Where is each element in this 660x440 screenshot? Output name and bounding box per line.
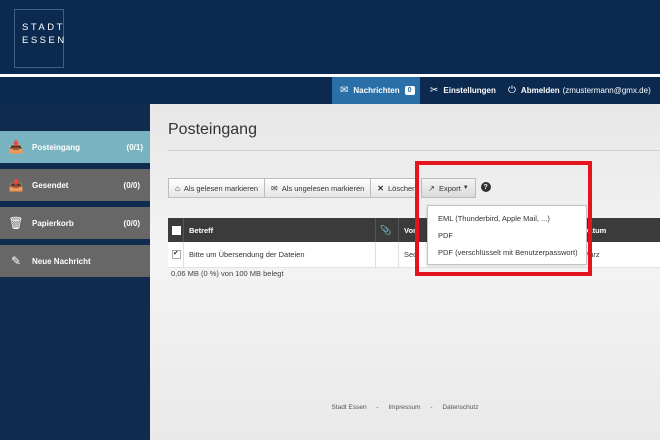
main-content: Posteingang ⌂ Als gelesen markieren ✉ Al…	[150, 104, 660, 440]
footer-link-stadt-essen[interactable]: Stadt Essen	[332, 404, 367, 411]
compose-icon: ✎	[10, 254, 22, 268]
nav-settings[interactable]: ✂ Einstellungen	[430, 77, 496, 104]
sidebar-item-trash[interactable]: 🗑 Papierkorb (0/0)	[0, 207, 150, 239]
power-icon: ⏻	[508, 85, 516, 96]
sidebar-item-count: (0/0)	[123, 180, 140, 190]
logo-line-2: ESSEN	[22, 35, 67, 46]
trash-icon: 🗑	[8, 216, 24, 230]
sidebar: 📥 Posteingang (0/1) 📤 Gesendet (0/0) 🗑 P…	[0, 104, 153, 440]
title-divider	[168, 150, 660, 151]
footer: Stadt Essen - Impressum - Datenschutz	[150, 404, 660, 411]
caret-down-icon: ▼	[462, 185, 469, 191]
sidebar-item-count: (0/1)	[126, 142, 143, 152]
export-menu: EML (Thunderbird, Apple Mail, ...) PDF P…	[427, 205, 587, 265]
sidebar-item-sent[interactable]: 📤 Gesendet (0/0)	[0, 169, 150, 201]
nav-logout[interactable]: ⏻ Abmelden (zmustermann@gmx.de)	[508, 77, 651, 104]
select-all-checkbox[interactable]	[172, 225, 181, 235]
delete-label: Löschen	[388, 183, 417, 193]
export-option-eml[interactable]: EML (Thunderbird, Apple Mail, ...)	[438, 214, 550, 223]
row-checkbox[interactable]	[172, 249, 181, 259]
mark-unread-button[interactable]: ✉ Als ungelesen markieren	[264, 178, 372, 198]
footer-link-datenschutz[interactable]: Datenschutz	[442, 404, 478, 411]
messages-count-badge: 0	[404, 86, 415, 95]
mark-read-button[interactable]: ⌂ Als gelesen markieren	[168, 178, 266, 198]
export-label: Export	[439, 183, 461, 193]
help-icon[interactable]: ?	[480, 182, 491, 192]
row-from: Secr	[404, 250, 420, 259]
mark-unread-label: Als ungelesen markieren	[281, 183, 365, 193]
delete-button[interactable]: ✕ Löschen	[370, 178, 417, 198]
outbox-icon: 📤	[8, 178, 24, 192]
nav-messages-label: Nachrichten	[353, 86, 400, 95]
sidebar-item-label: Posteingang	[32, 142, 81, 152]
column-header-from[interactable]: Von	[404, 226, 418, 235]
export-option-pdf[interactable]: PDF	[438, 231, 453, 240]
logged-in-user: (zmustermann@gmx.de)	[562, 86, 651, 95]
column-header-subject[interactable]: Betreff	[189, 226, 213, 235]
footer-separator: -	[430, 404, 433, 411]
inbox-icon: 📥	[8, 140, 24, 154]
column-divider	[375, 218, 376, 242]
footer-separator: -	[376, 404, 379, 411]
page-title: Posteingang	[168, 121, 257, 138]
sidebar-item-new-message[interactable]: ✎ Neue Nachricht	[0, 245, 150, 277]
sidebar-item-label: Neue Nachricht	[32, 256, 91, 266]
export-dropdown-button[interactable]: ↗ Export ▼	[421, 178, 476, 198]
open-envelope-icon: ⌂	[175, 183, 180, 193]
envelope-icon: ✉	[340, 85, 349, 96]
footer-link-impressum[interactable]: Impressum	[388, 404, 420, 411]
column-divider	[398, 242, 399, 267]
row-subject[interactable]: Bitte um Übersendung der Dateien	[189, 250, 305, 259]
share-icon: ↗	[428, 183, 435, 193]
column-divider	[375, 242, 376, 267]
column-divider	[183, 218, 184, 242]
logo-line-1: STADT	[22, 22, 65, 33]
sidebar-item-count: (0/0)	[123, 218, 140, 228]
top-navbar: ✉ Nachrichten 0 ✂ Einstellungen ⏻ Abmeld…	[0, 77, 660, 104]
export-option-pdf-encrypted[interactable]: PDF (verschlüsselt mit Benutzerpasswort)	[438, 248, 578, 257]
envelope-icon: ✉	[271, 183, 278, 193]
tools-icon: ✂	[430, 85, 439, 96]
stadt-essen-logo[interactable]: STADT ESSEN	[14, 9, 64, 68]
sidebar-item-label: Gesendet	[32, 180, 69, 190]
nav-settings-label: Einstellungen	[443, 86, 496, 95]
close-icon: ✕	[377, 183, 384, 193]
paperclip-icon: 📎	[380, 224, 392, 235]
column-divider	[398, 218, 399, 242]
sidebar-item-label: Papierkorb	[32, 218, 74, 228]
message-toolbar: ⌂ Als gelesen markieren ✉ Als ungelesen …	[168, 178, 491, 198]
site-header: STADT ESSEN	[0, 0, 660, 74]
nav-logout-label: Abmelden	[520, 86, 560, 95]
nav-messages[interactable]: ✉ Nachrichten 0	[332, 77, 420, 104]
mark-read-label: Als gelesen markieren	[183, 183, 259, 193]
sidebar-item-inbox[interactable]: 📥 Posteingang (0/1)	[0, 131, 153, 163]
column-divider	[183, 242, 184, 267]
storage-usage: 0,06 MB (0 %) von 100 MB belegt	[171, 269, 284, 278]
